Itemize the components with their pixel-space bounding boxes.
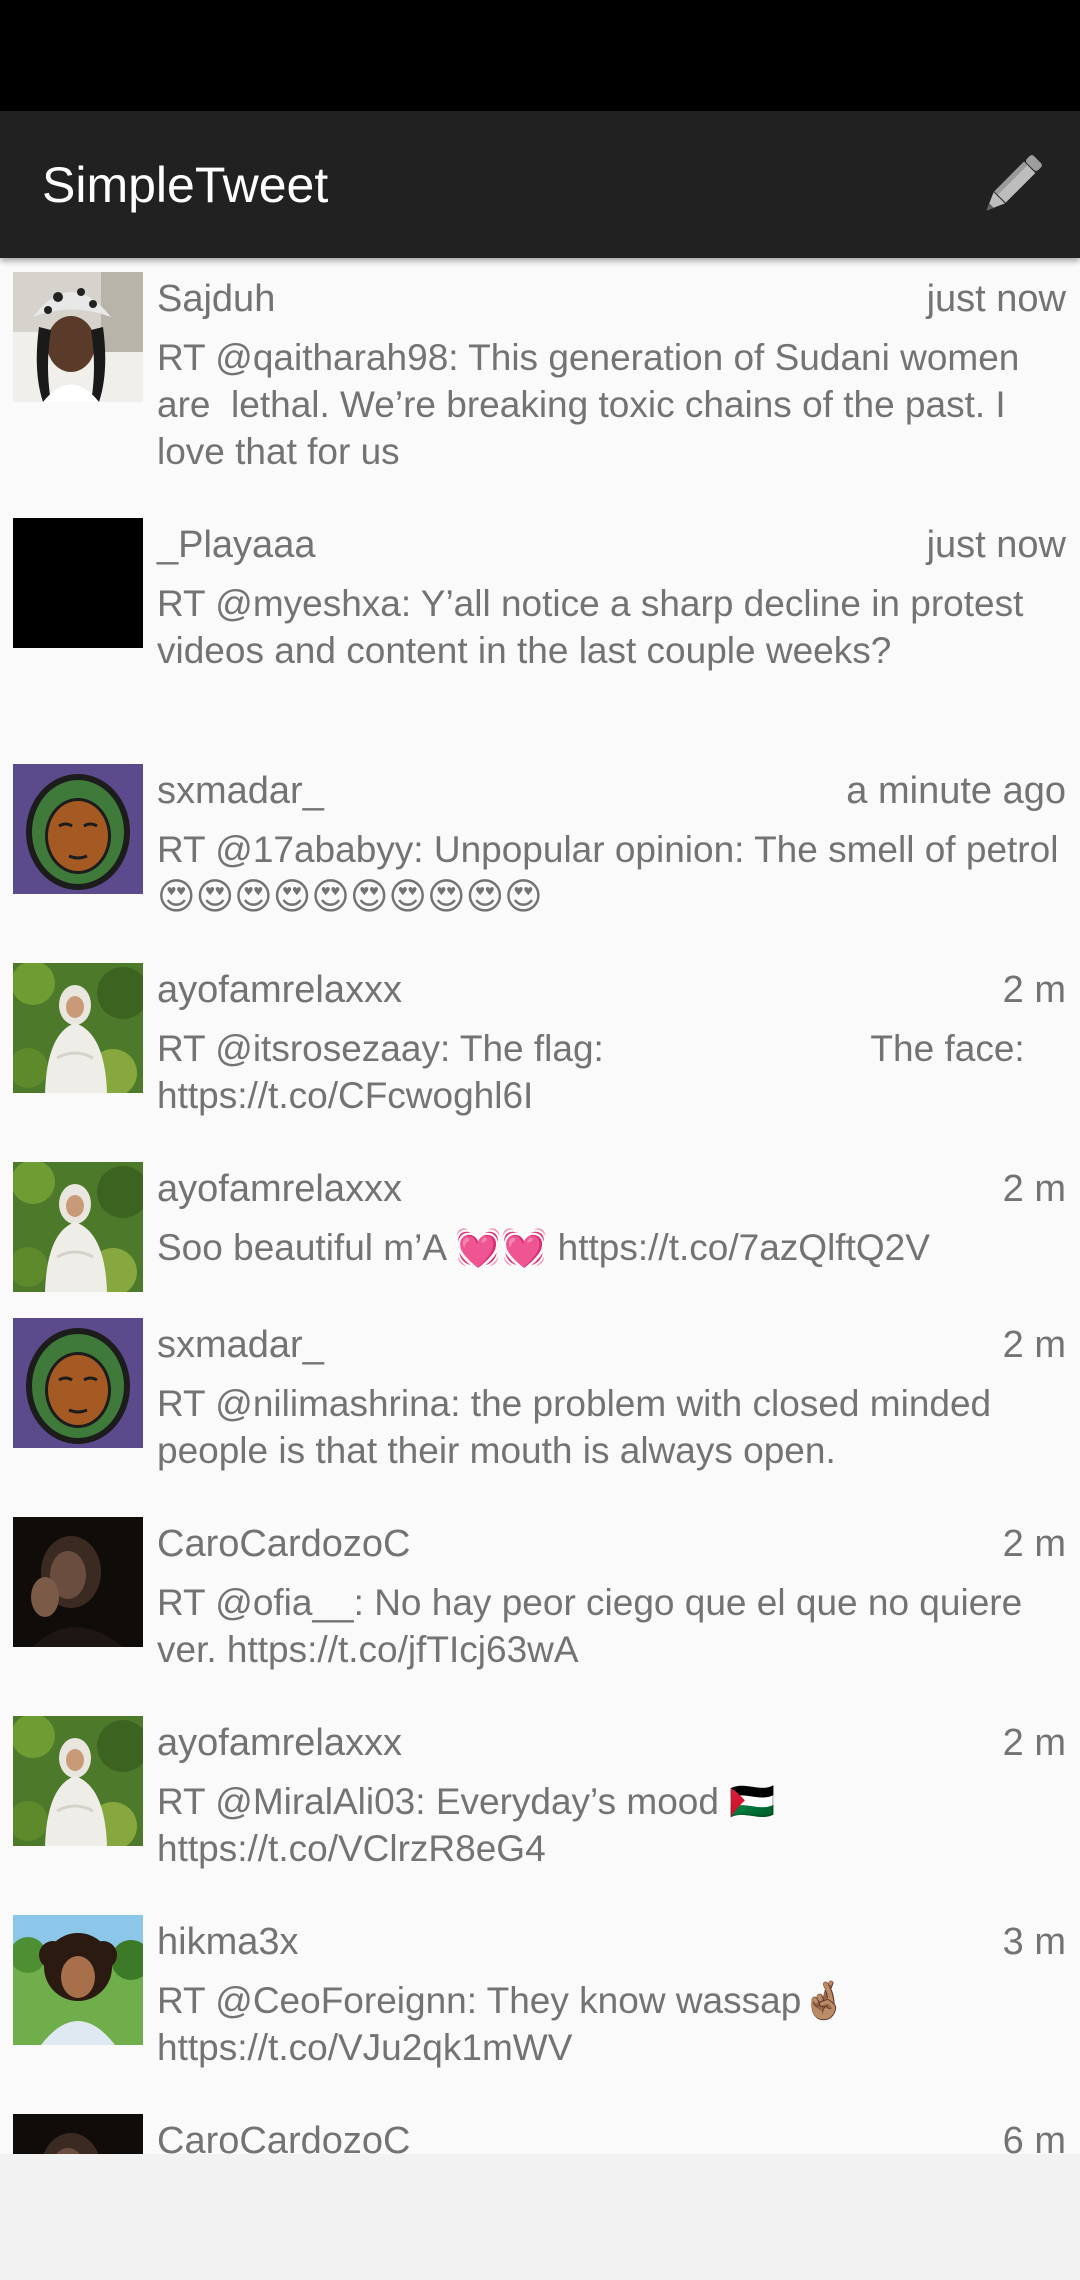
user-name[interactable]: CaroCardozoC	[157, 2118, 410, 2154]
tweet-body: RT @MiralAli03: Everyday’s mood 🇵🇸 https…	[157, 1781, 786, 1869]
user-avatar[interactable]	[13, 2114, 143, 2154]
tweet-timestamp: a minute ago	[846, 770, 1066, 812]
compose-button[interactable]	[972, 145, 1052, 225]
tweet-timeline[interactable]: Sajduh just now RT @qaitharah98: This ge…	[0, 258, 1080, 2154]
tweet-body: RT @nilimashrina: the problem with close…	[157, 1383, 1002, 1471]
user-name[interactable]: sxmadar_	[157, 768, 324, 814]
user-name[interactable]: ayofamrelaxxx	[157, 1166, 402, 1212]
user-name[interactable]: ayofamrelaxxx	[157, 1720, 402, 1766]
user-avatar[interactable]	[13, 1318, 143, 1448]
user-name[interactable]: ayofamrelaxxx	[157, 967, 402, 1013]
user-avatar[interactable]	[13, 518, 143, 648]
tweet-timestamp: 3 m	[1002, 1921, 1066, 1963]
tweet-body: RT @ofia__: No hay peor ciego que el que…	[157, 1582, 1033, 1670]
user-avatar[interactable]	[13, 1716, 143, 1846]
user-avatar[interactable]	[13, 272, 143, 402]
user-name[interactable]: Sajduh	[157, 276, 275, 322]
status-bar	[0, 0, 1080, 111]
tweet-item[interactable]: _Playaaa just now RT @myeshxa: Y’all not…	[0, 504, 1080, 744]
tweet-timestamp: just now	[926, 524, 1066, 566]
app-title: SimpleTweet	[42, 157, 329, 213]
tweet-timestamp: 2 m	[1002, 1722, 1066, 1764]
tweet-body: Soo beautiful m’A 💓💓 https://t.co/7azQlf…	[157, 1227, 930, 1268]
user-avatar[interactable]	[13, 963, 143, 1093]
tweet-item[interactable]: CaroCardozoC 6 m	[0, 2100, 1080, 2154]
tweet-timestamp: 2 m	[1002, 1168, 1066, 1210]
tweet-timestamp: just now	[926, 278, 1066, 320]
tweet-timestamp: 2 m	[1002, 1523, 1066, 1565]
user-name[interactable]: CaroCardozoC	[157, 1521, 410, 1567]
app-bar: SimpleTweet	[0, 111, 1080, 258]
tweet-timestamp: 2 m	[1002, 1324, 1066, 1366]
tweet-body: RT @myeshxa: Y’all notice a sharp declin…	[157, 583, 1034, 671]
user-name[interactable]: _Playaaa	[157, 522, 315, 568]
user-avatar[interactable]	[13, 1162, 143, 1292]
tweet-item[interactable]: Sajduh just now RT @qaitharah98: This ge…	[0, 258, 1080, 498]
tweet-body: RT @17ababyy: Unpopular opinion: The sme…	[157, 829, 1059, 917]
navigation-bar-area	[0, 2154, 1080, 2280]
tweet-body: RT @itsrosezaay: The flag: The face: htt…	[157, 1028, 1035, 1116]
tweet-timestamp: 6 m	[1002, 2120, 1066, 2154]
user-avatar[interactable]	[13, 1915, 143, 2045]
pencil-icon	[986, 155, 1042, 211]
user-name[interactable]: sxmadar_	[157, 1322, 324, 1368]
tweet-body: RT @CeoForeignn: They know wassap🤞🏽 http…	[157, 1980, 858, 2068]
tweet-timestamp: 2 m	[1002, 969, 1066, 1011]
user-avatar[interactable]	[13, 1517, 143, 1647]
user-avatar[interactable]	[13, 764, 143, 894]
tweet-body: RT @qaitharah98: This generation of Suda…	[157, 337, 1030, 472]
user-name[interactable]: hikma3x	[157, 1919, 299, 1965]
